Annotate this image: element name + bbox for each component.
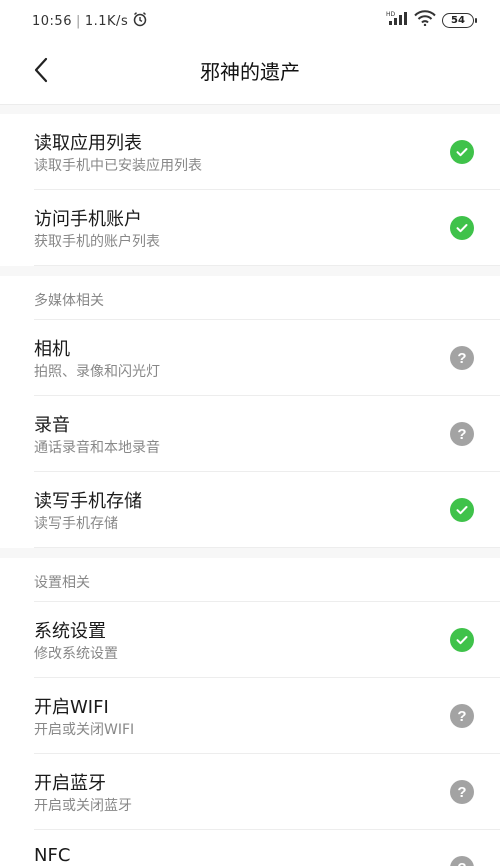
permission-row[interactable]: 开启WIFI 开启或关闭WIFI? xyxy=(0,678,500,754)
question-icon[interactable]: ? xyxy=(450,856,474,866)
check-icon[interactable] xyxy=(450,216,474,240)
permission-row[interactable]: 读写手机存储 读写手机存储 xyxy=(0,472,500,548)
permission-title: NFC xyxy=(34,845,71,866)
question-icon[interactable]: ? xyxy=(450,346,474,370)
row-divider xyxy=(34,265,500,266)
section-divider xyxy=(0,104,500,114)
battery-level: 54 xyxy=(451,14,465,26)
status-right: HD 54 xyxy=(386,10,477,30)
permission-title: 访问手机账户 xyxy=(34,209,142,230)
permission-title: 相机 xyxy=(34,339,70,360)
permission-title: 录音 xyxy=(34,415,70,436)
permission-title: 读取应用列表 xyxy=(34,133,142,154)
status-separator: | xyxy=(75,13,81,29)
app-header: 邪神的遗产 xyxy=(0,40,500,104)
permission-row[interactable]: 访问手机账户获取手机的账户列表 xyxy=(0,190,500,266)
question-icon[interactable]: ? xyxy=(450,422,474,446)
permission-description: 读取手机中已安装应用列表 xyxy=(34,158,202,174)
wifi-icon xyxy=(414,10,436,30)
section-header-label: 设置相关 xyxy=(34,575,90,591)
permission-row[interactable]: 录音通话录音和本地录音? xyxy=(0,396,500,472)
permission-description: 拍照、录像和闪光灯 xyxy=(34,364,160,380)
permission-title: 读写手机存储 xyxy=(34,491,142,512)
section-header: 多媒体相关 xyxy=(0,276,500,320)
permission-row[interactable]: NFC? xyxy=(0,830,500,866)
status-left: 10:56 | 1.1K/s xyxy=(32,11,148,31)
permission-description: 开启或关闭蓝牙 xyxy=(34,798,132,814)
permission-row[interactable]: 系统设置修改系统设置 xyxy=(0,602,500,678)
question-icon[interactable]: ? xyxy=(450,780,474,804)
section-header-label: 多媒体相关 xyxy=(34,293,104,309)
battery-icon: 54 xyxy=(442,12,477,28)
permission-title: 开启蓝牙 xyxy=(34,773,106,794)
check-icon[interactable] xyxy=(450,498,474,522)
svg-text:HD: HD xyxy=(386,11,396,18)
alarm-icon xyxy=(132,11,148,31)
permission-description: 获取手机的账户列表 xyxy=(34,234,160,250)
permission-description: 通话录音和本地录音 xyxy=(34,440,160,456)
check-icon[interactable] xyxy=(450,140,474,164)
permission-list: 读取应用列表读取手机中已安装应用列表访问手机账户获取手机的账户列表 多媒体相关相机… xyxy=(0,114,500,866)
row-divider xyxy=(34,547,500,548)
permission-description: 读写手机存储 xyxy=(34,516,118,532)
permission-title: 开启WIFI xyxy=(34,697,109,718)
section-header: 设置相关 xyxy=(0,558,500,602)
network-speed: 1.1K/s xyxy=(84,13,129,29)
signal-icon: HD xyxy=(386,10,408,30)
status-time: 10:56 xyxy=(32,13,72,29)
status-bar: 10:56 | 1.1K/s HD 54 xyxy=(0,0,500,40)
permission-row[interactable]: 相机拍照、录像和闪光灯? xyxy=(0,320,500,396)
permission-row[interactable]: 开启蓝牙开启或关闭蓝牙? xyxy=(0,754,500,830)
permission-row[interactable]: 读取应用列表读取手机中已安装应用列表 xyxy=(0,114,500,190)
section-divider xyxy=(0,266,500,276)
permission-description: 开启或关闭WIFI xyxy=(34,722,135,738)
section-divider xyxy=(0,548,500,558)
page-title: 邪神的遗产 xyxy=(200,60,300,84)
permission-title: 系统设置 xyxy=(34,621,106,642)
question-icon[interactable]: ? xyxy=(450,704,474,728)
check-icon[interactable] xyxy=(450,628,474,652)
permission-description: 修改系统设置 xyxy=(34,646,118,662)
